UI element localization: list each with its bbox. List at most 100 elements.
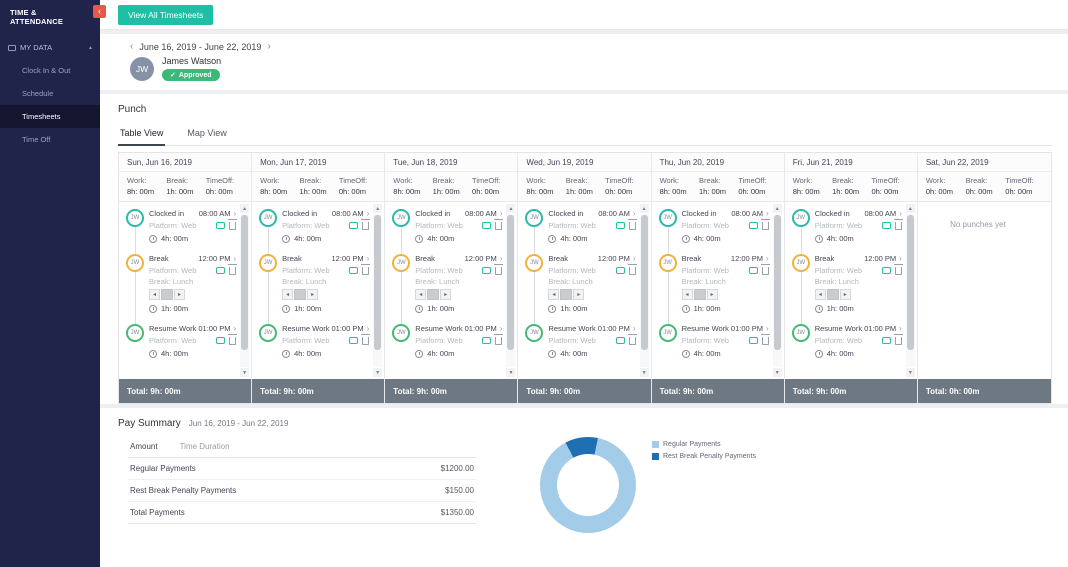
- scroll-up-button[interactable]: ▲: [640, 204, 649, 213]
- punch-entry[interactable]: JWResume Work01:00 PM›Platform: Web4h: 0…: [119, 317, 238, 362]
- scroll-thumb[interactable]: [907, 215, 914, 350]
- chevron-right-icon[interactable]: ›: [500, 209, 503, 218]
- chevron-right-icon[interactable]: ›: [500, 324, 503, 333]
- pager-left-button[interactable]: ◂: [682, 289, 693, 300]
- delete-icon[interactable]: [495, 222, 502, 230]
- delete-icon[interactable]: [762, 267, 769, 275]
- scroll-up-button[interactable]: ▲: [373, 204, 382, 213]
- pager-left-button[interactable]: ◂: [415, 289, 426, 300]
- scroll-up-button[interactable]: ▲: [506, 204, 515, 213]
- delete-icon[interactable]: [629, 337, 636, 345]
- punch-entry[interactable]: JWClocked in08:00 AM›Platform: Web4h: 00…: [385, 202, 504, 247]
- comment-icon[interactable]: [749, 222, 758, 229]
- scroll-down-button[interactable]: ▼: [640, 368, 649, 377]
- delete-icon[interactable]: [229, 337, 236, 345]
- pager-thumb[interactable]: [694, 289, 706, 300]
- pager-left-button[interactable]: ◂: [548, 289, 559, 300]
- scrollbar[interactable]: ▲▼: [506, 204, 515, 377]
- scroll-down-button[interactable]: ▼: [906, 368, 915, 377]
- pager-right-button[interactable]: ▸: [573, 289, 584, 300]
- pay-tab-time-duration[interactable]: Time Duration: [180, 442, 230, 451]
- scroll-track[interactable]: [773, 214, 782, 367]
- comment-icon[interactable]: [749, 337, 758, 344]
- scroll-down-button[interactable]: ▼: [240, 368, 249, 377]
- chevron-right-icon[interactable]: ›: [367, 324, 370, 333]
- punch-entry[interactable]: JWResume Work01:00 PM›Platform: Web4h: 0…: [652, 317, 771, 362]
- chevron-right-icon[interactable]: ›: [233, 209, 236, 218]
- pay-tab-amount[interactable]: Amount: [130, 442, 158, 451]
- delete-icon[interactable]: [362, 222, 369, 230]
- comment-icon[interactable]: [882, 222, 891, 229]
- scroll-down-button[interactable]: ▼: [373, 368, 382, 377]
- punch-entry[interactable]: JWBreak12:00 PM›Platform: WebBreak: Lunc…: [252, 247, 371, 317]
- delete-icon[interactable]: [629, 222, 636, 230]
- prev-week-button[interactable]: ‹: [130, 41, 133, 52]
- delete-icon[interactable]: [495, 337, 502, 345]
- comment-icon[interactable]: [482, 337, 491, 344]
- chevron-right-icon[interactable]: ›: [633, 254, 636, 263]
- pager-thumb[interactable]: [294, 289, 306, 300]
- tab-table-view[interactable]: Table View: [118, 123, 165, 146]
- sidebar-item-clock-in-out[interactable]: Clock In & Out: [0, 59, 100, 82]
- chevron-right-icon[interactable]: ›: [766, 254, 769, 263]
- scroll-thumb[interactable]: [241, 215, 248, 350]
- pager-right-button[interactable]: ▸: [440, 289, 451, 300]
- delete-icon[interactable]: [495, 267, 502, 275]
- tab-map-view[interactable]: Map View: [185, 123, 228, 145]
- sidebar-item-schedule[interactable]: Schedule: [0, 82, 100, 105]
- delete-icon[interactable]: [895, 267, 902, 275]
- delete-icon[interactable]: [895, 222, 902, 230]
- scroll-up-button[interactable]: ▲: [773, 204, 782, 213]
- delete-icon[interactable]: [762, 337, 769, 345]
- chevron-right-icon[interactable]: ›: [233, 324, 236, 333]
- comment-icon[interactable]: [482, 267, 491, 274]
- sidebar-section-my-data[interactable]: MY DATA ▴: [0, 36, 100, 59]
- scroll-up-button[interactable]: ▲: [906, 204, 915, 213]
- pager-left-button[interactable]: ◂: [815, 289, 826, 300]
- scrollbar[interactable]: ▲▼: [373, 204, 382, 377]
- punch-entry[interactable]: JWClocked in08:00 AM›Platform: Web4h: 00…: [785, 202, 904, 247]
- sidebar-item-time-off[interactable]: Time Off: [0, 128, 100, 151]
- pager-thumb[interactable]: [427, 289, 439, 300]
- comment-icon[interactable]: [349, 222, 358, 229]
- delete-icon[interactable]: [762, 222, 769, 230]
- pager-left-button[interactable]: ◂: [149, 289, 160, 300]
- scrollbar[interactable]: ▲▼: [640, 204, 649, 377]
- chevron-right-icon[interactable]: ›: [367, 254, 370, 263]
- chevron-right-icon[interactable]: ›: [899, 209, 902, 218]
- scroll-track[interactable]: [640, 214, 649, 367]
- scrollbar[interactable]: ▲▼: [240, 204, 249, 377]
- pager-right-button[interactable]: ▸: [174, 289, 185, 300]
- scrollbar[interactable]: ▲▼: [906, 204, 915, 377]
- scroll-thumb[interactable]: [641, 215, 648, 350]
- chevron-right-icon[interactable]: ›: [633, 209, 636, 218]
- punch-entry[interactable]: JWClocked in08:00 AM›Platform: Web4h: 00…: [518, 202, 637, 247]
- chevron-right-icon[interactable]: ›: [766, 324, 769, 333]
- scroll-track[interactable]: [240, 214, 249, 367]
- scroll-down-button[interactable]: ▼: [773, 368, 782, 377]
- next-week-button[interactable]: ›: [267, 41, 270, 52]
- punch-entry[interactable]: JWResume Work01:00 PM›Platform: Web4h: 0…: [518, 317, 637, 362]
- chevron-right-icon[interactable]: ›: [899, 324, 902, 333]
- scrollbar[interactable]: ▲▼: [773, 204, 782, 377]
- scroll-up-button[interactable]: ▲: [240, 204, 249, 213]
- chevron-right-icon[interactable]: ›: [500, 254, 503, 263]
- comment-icon[interactable]: [216, 337, 225, 344]
- punch-entry[interactable]: JWResume Work01:00 PM›Platform: Web4h: 0…: [385, 317, 504, 362]
- pager-right-button[interactable]: ▸: [840, 289, 851, 300]
- comment-icon[interactable]: [349, 267, 358, 274]
- pager-thumb[interactable]: [161, 289, 173, 300]
- punch-entry[interactable]: JWBreak12:00 PM›Platform: WebBreak: Lunc…: [385, 247, 504, 317]
- punch-entry[interactable]: JWResume Work01:00 PM›Platform: Web4h: 0…: [252, 317, 371, 362]
- sidebar-item-timesheets[interactable]: Timesheets: [0, 105, 100, 128]
- comment-icon[interactable]: [482, 222, 491, 229]
- punch-entry[interactable]: JWClocked in08:00 AM›Platform: Web4h: 00…: [119, 202, 238, 247]
- pager-right-button[interactable]: ▸: [307, 289, 318, 300]
- chevron-right-icon[interactable]: ›: [233, 254, 236, 263]
- punch-entry[interactable]: JWClocked in08:00 AM›Platform: Web4h: 00…: [252, 202, 371, 247]
- scroll-track[interactable]: [506, 214, 515, 367]
- comment-icon[interactable]: [616, 267, 625, 274]
- comment-icon[interactable]: [749, 267, 758, 274]
- delete-icon[interactable]: [229, 267, 236, 275]
- pager-thumb[interactable]: [560, 289, 572, 300]
